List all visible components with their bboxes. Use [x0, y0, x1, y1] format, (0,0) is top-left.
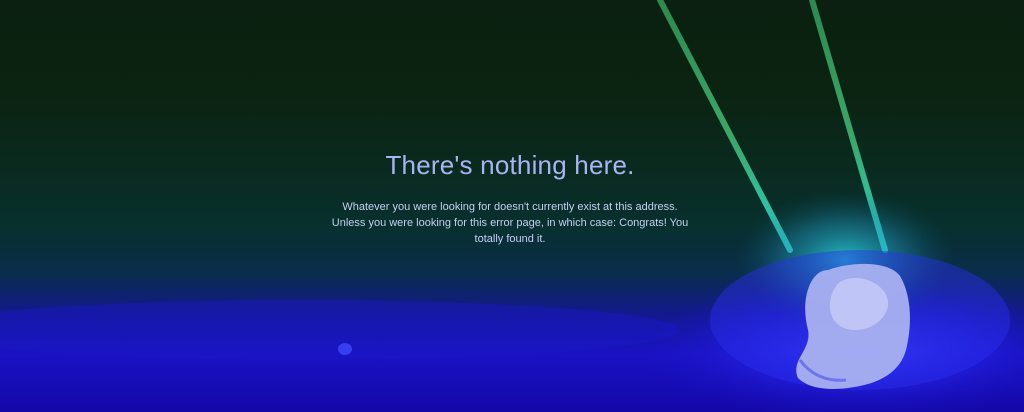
error-page: There's nothing here. Whatever you were …	[0, 0, 1024, 412]
swing-seat	[796, 263, 910, 389]
error-content: There's nothing here. Whatever you were …	[330, 150, 690, 247]
page-title: There's nothing here.	[385, 150, 635, 180]
error-message: Whatever you were looking for doesn't cu…	[331, 201, 689, 245]
